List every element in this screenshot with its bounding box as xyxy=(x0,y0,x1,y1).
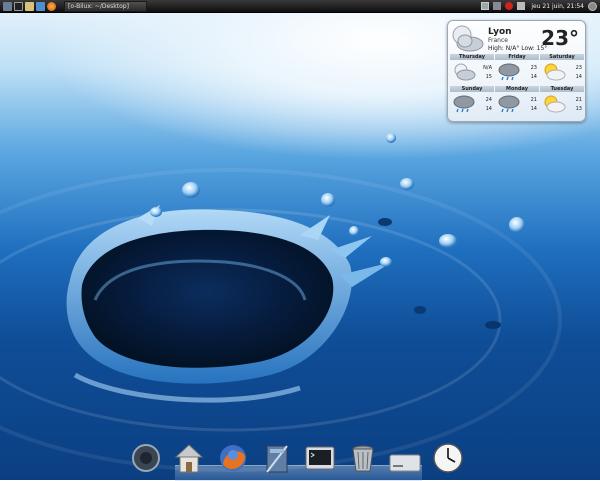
system-tray: jeu 21 juin, 21:54 xyxy=(477,0,600,12)
forecast-low: 13 xyxy=(575,106,582,112)
volume-icon[interactable] xyxy=(517,2,526,10)
update-icon[interactable] xyxy=(505,2,514,10)
forecast-low: 14 xyxy=(530,74,537,80)
forecast-high: N/A xyxy=(483,65,492,71)
partly-cloudy-night-icon xyxy=(454,63,476,81)
forecast-day: Friday 23 14 xyxy=(495,54,539,85)
forecast-high: 21 xyxy=(575,97,582,103)
forecast-day-name: Tuesday xyxy=(540,86,584,92)
rain-icon xyxy=(498,63,520,81)
forecast-day: Thursday N/A 15 xyxy=(450,54,494,85)
forecast-low: 15 xyxy=(485,74,492,80)
terminal-icon[interactable] xyxy=(14,1,23,11)
forecast-day: Monday 21 14 xyxy=(495,86,539,117)
weather-high-low: High: N/A° Low: 15° xyxy=(488,45,548,52)
dock xyxy=(128,440,468,480)
launcher-bar xyxy=(0,1,56,11)
forecast-day-name: Monday xyxy=(495,86,539,92)
taskbar-window-button[interactable]: [o-Bilux: ~/Desktop] xyxy=(64,0,147,12)
folder-icon[interactable] xyxy=(25,1,34,11)
monitor-icon[interactable] xyxy=(481,2,490,10)
drive-icon[interactable] xyxy=(387,440,423,476)
terminal-icon[interactable] xyxy=(302,440,338,476)
documents-icon[interactable] xyxy=(259,440,295,476)
forecast-low: 14 xyxy=(485,106,492,112)
forecast-low: 14 xyxy=(575,74,582,80)
forecast-high: 24 xyxy=(485,97,492,103)
panel-clock[interactable]: jeu 21 juin, 21:54 xyxy=(531,3,584,10)
forecast-day-name: Saturday xyxy=(540,54,584,60)
forecast-day: Tuesday 21 13 xyxy=(540,86,584,117)
forecast-day: Saturday 23 14 xyxy=(540,54,584,85)
window-icon[interactable] xyxy=(3,1,12,11)
forecast-day-name: Thursday xyxy=(450,54,494,60)
network-icon[interactable] xyxy=(36,1,45,11)
clock-icon[interactable] xyxy=(430,440,466,476)
firefox-icon[interactable] xyxy=(47,1,56,11)
forecast-high: 23 xyxy=(575,65,582,71)
rain-icon xyxy=(453,95,475,113)
forecast-day-name: Friday xyxy=(495,54,539,60)
forecast-high: 23 xyxy=(530,65,537,71)
partly-cloudy-night-icon xyxy=(452,25,484,52)
top-panel: [o-Bilux: ~/Desktop] jeu 21 juin, 21:54 xyxy=(0,0,600,13)
forecast-low: 14 xyxy=(530,106,537,112)
firefox-icon[interactable] xyxy=(215,440,251,476)
forecast-day-name: Sunday xyxy=(450,86,494,92)
weather-widget[interactable]: Lyon France 23° High: N/A° Low: 15° Thur… xyxy=(447,20,586,122)
weather-city: Lyon xyxy=(488,27,512,37)
weather-country: France xyxy=(488,37,508,44)
speaker-icon[interactable] xyxy=(128,440,164,476)
trash-icon[interactable] xyxy=(345,440,381,476)
forecast-high: 21 xyxy=(530,97,537,103)
partly-sunny-icon xyxy=(544,63,566,81)
rain-icon xyxy=(498,95,520,113)
network-icon[interactable] xyxy=(493,2,502,10)
shutdown-icon[interactable] xyxy=(588,1,597,11)
partly-sunny-icon xyxy=(544,95,566,113)
forecast-day: Sunday 24 14 xyxy=(450,86,494,117)
home-folder-icon[interactable] xyxy=(171,440,207,476)
